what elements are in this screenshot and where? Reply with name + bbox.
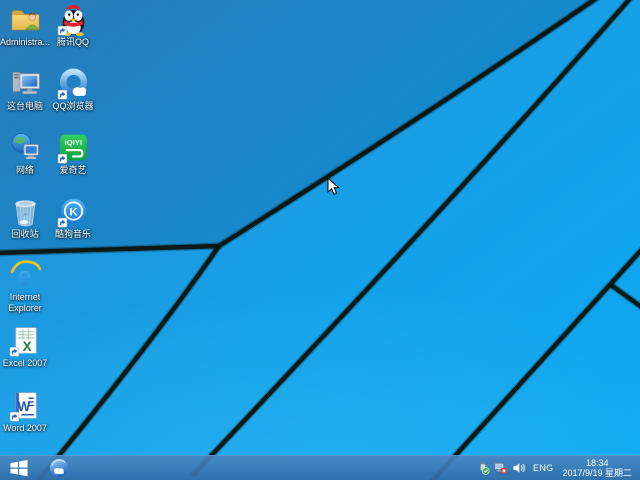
mouse-cursor xyxy=(327,177,340,196)
network-error-icon[interactable] xyxy=(494,461,508,475)
computer-icon xyxy=(9,67,42,100)
icon-label: 爱奇艺 xyxy=(45,165,101,176)
desktop-icon-qq-browser[interactable]: QQ浏览器 xyxy=(45,67,101,112)
svg-text:e: e xyxy=(17,261,32,291)
network-globe-icon xyxy=(9,131,42,164)
taskbar-qq-browser-button[interactable] xyxy=(42,456,76,480)
desktop-icon-internet-explorer[interactable]: e Internet Explorer xyxy=(0,258,53,314)
shortcut-arrow-badge xyxy=(58,218,67,227)
icon-label: Internet Explorer xyxy=(0,292,53,314)
svg-text:K: K xyxy=(69,207,78,219)
desktop: Administra... 这台电脑 网络 xyxy=(0,0,640,480)
desktop-icon-iqiyi[interactable]: iQIYI 爱奇艺 xyxy=(45,131,101,176)
icon-label: 腾讯QQ xyxy=(45,37,101,48)
qq-browser-taskbar-icon xyxy=(48,457,70,479)
shortcut-arrow-badge xyxy=(58,26,67,35)
shortcut-arrow-badge xyxy=(58,90,67,99)
shortcut-arrow-badge xyxy=(10,347,19,356)
word-icon: W xyxy=(9,389,42,422)
system-tray: ENG 18:34 2017/9/19 星期二 xyxy=(476,458,640,478)
desktop-icon-kugou-music[interactable]: K 酷狗音乐 xyxy=(45,195,101,240)
taskbar: ENG 18:34 2017/9/19 星期二 xyxy=(0,455,640,480)
icon-label: Excel 2007 xyxy=(0,358,53,369)
iqiyi-icon: iQIYI xyxy=(57,131,90,164)
recycle-bin-icon xyxy=(9,195,42,228)
desktop-icon-tencent-qq[interactable]: 腾讯QQ xyxy=(45,3,101,48)
qq-penguin-icon xyxy=(57,3,90,36)
shortcut-arrow-badge xyxy=(58,154,67,163)
excel-icon: X xyxy=(9,324,42,357)
icon-label: 酷狗音乐 xyxy=(45,229,101,240)
usb-safely-remove-icon[interactable] xyxy=(476,461,490,475)
svg-text:X: X xyxy=(22,339,31,354)
internet-explorer-icon: e xyxy=(9,258,42,291)
volume-icon[interactable] xyxy=(512,461,526,475)
windows-logo-icon xyxy=(10,459,28,477)
tray-clock[interactable]: 18:34 2017/9/19 星期二 xyxy=(562,458,634,478)
start-button[interactable] xyxy=(0,456,38,480)
language-indicator[interactable]: ENG xyxy=(530,463,558,473)
kugou-music-icon: K xyxy=(57,195,90,228)
tray-date: 2017/9/19 星期二 xyxy=(562,468,632,478)
desktop-icon-word-2007[interactable]: W Word 2007 xyxy=(0,389,53,434)
icon-label: QQ浏览器 xyxy=(45,101,101,112)
svg-text:iQIYI: iQIYI xyxy=(64,138,81,147)
desktop-icon-excel-2007[interactable]: X Excel 2007 xyxy=(0,324,53,369)
svg-text:W: W xyxy=(17,399,30,414)
tray-time: 18:34 xyxy=(562,458,632,468)
qq-browser-icon xyxy=(57,67,90,100)
user-folder-icon xyxy=(9,3,42,36)
shortcut-arrow-badge xyxy=(10,412,19,421)
icon-label: Word 2007 xyxy=(0,423,53,434)
